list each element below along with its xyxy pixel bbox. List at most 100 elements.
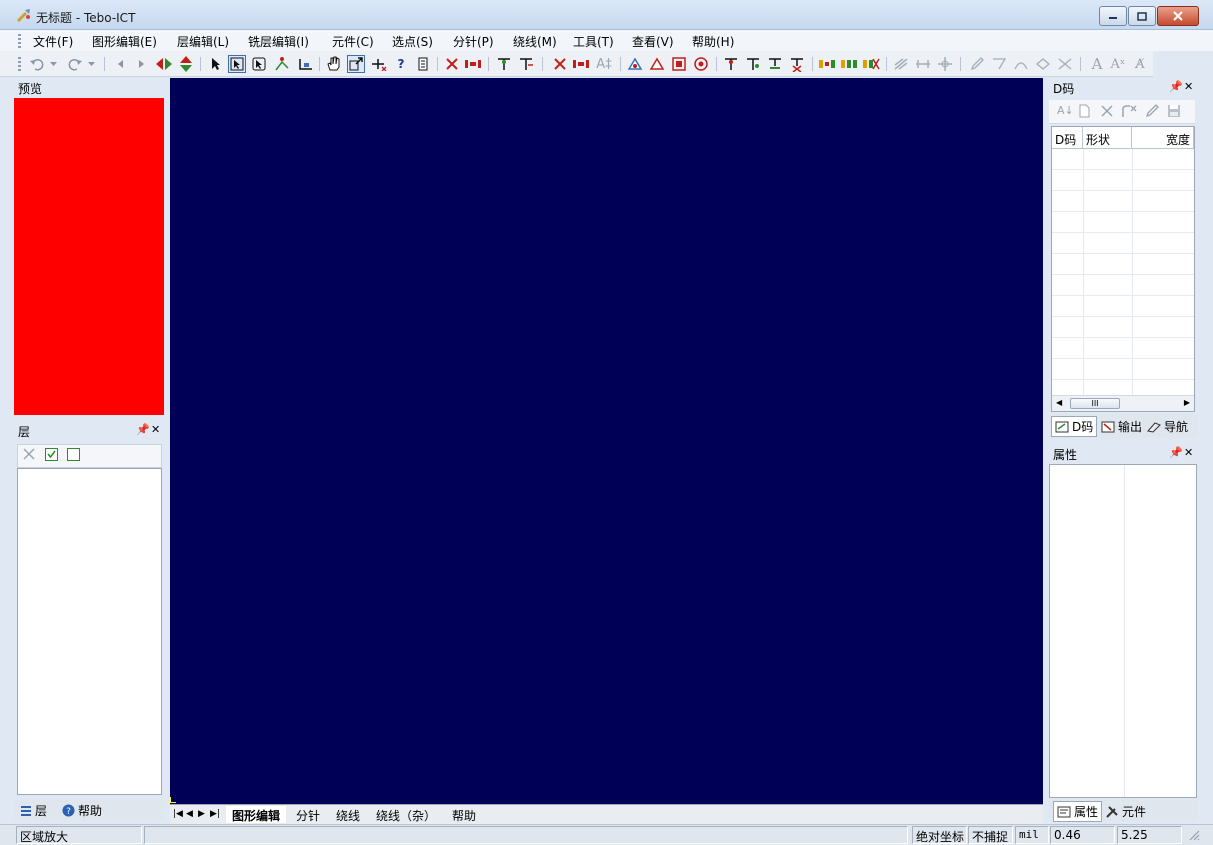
close-button[interactable]: [1157, 6, 1199, 26]
probe-move-icon[interactable]: [517, 55, 535, 73]
col-header-dcode[interactable]: D码: [1052, 127, 1083, 149]
layer-list[interactable]: [17, 468, 162, 795]
menu-component[interactable]: 元件(C): [332, 33, 374, 50]
delete-icon[interactable]: [1101, 105, 1113, 120]
square-pad-icon[interactable]: [670, 55, 688, 73]
measure-icon[interactable]: [296, 55, 314, 73]
edit-pencil-icon[interactable]: [1145, 104, 1159, 121]
font-size-icon[interactable]: Aˣ: [1109, 55, 1127, 73]
menu-view[interactable]: 查看(V): [632, 33, 674, 50]
panel-close-icon[interactable]: ✕: [1184, 80, 1193, 93]
panel-close-icon[interactable]: ✕: [1184, 446, 1193, 459]
pencil-icon[interactable]: [968, 55, 986, 73]
property-grid[interactable]: [1049, 464, 1197, 798]
menu-help[interactable]: 帮助(H): [692, 33, 734, 50]
tab-output[interactable]: 输出: [1101, 418, 1142, 435]
layer-check-all-icon[interactable]: [45, 448, 58, 464]
arrow-right-icon[interactable]: [132, 55, 150, 73]
undo-icon[interactable]: [28, 55, 46, 73]
scroll-thumb[interactable]: III: [1070, 398, 1120, 409]
maximize-button[interactable]: [1128, 6, 1156, 26]
sheet-tab-graphic-edit[interactable]: 图形编辑: [226, 806, 287, 823]
tab-help[interactable]: ? 帮助: [62, 802, 102, 819]
draw-arc-icon[interactable]: [1012, 55, 1030, 73]
select-box-icon[interactable]: [228, 55, 246, 73]
tab-property[interactable]: 属性: [1053, 801, 1103, 822]
tab-dcode[interactable]: D码: [1051, 416, 1098, 437]
prev-tab-icon[interactable]: ◀: [186, 809, 193, 819]
last-tab-icon[interactable]: ▶|: [210, 809, 220, 819]
sheet-tab-wiring[interactable]: 绕线: [330, 806, 366, 823]
hand-pan-icon[interactable]: [325, 55, 343, 73]
resize-grip-icon[interactable]: [1188, 829, 1200, 844]
probe-delete-icon[interactable]: [788, 55, 806, 73]
menu-split-pin[interactable]: 分针(P): [453, 33, 494, 50]
add-dimension-icon[interactable]: [370, 55, 388, 73]
status-snap[interactable]: 不捕捉: [968, 826, 1013, 844]
next-tab-icon[interactable]: ▶: [198, 809, 205, 819]
select-net-icon[interactable]: [273, 55, 291, 73]
probe-icon[interactable]: [495, 55, 513, 73]
sheet-tab-split-pin[interactable]: 分针: [290, 806, 326, 823]
menu-tools[interactable]: 工具(T): [573, 33, 614, 50]
polygon-icon[interactable]: [626, 55, 644, 73]
wire-connect-icon[interactable]: [818, 55, 836, 73]
menu-mill-layer-edit[interactable]: 铣层编辑(I): [248, 33, 309, 50]
arrow-left-icon[interactable]: [112, 55, 130, 73]
mirror-horizontal-icon[interactable]: [155, 55, 173, 73]
drawing-canvas[interactable]: [170, 78, 1043, 804]
layer-delete-icon[interactable]: [23, 448, 35, 463]
zoom-area-icon[interactable]: [347, 55, 365, 73]
text-tool-icon[interactable]: A‡: [595, 55, 613, 73]
wire-group-icon[interactable]: [840, 55, 858, 73]
col-header-shape[interactable]: 形状: [1083, 127, 1132, 149]
horizontal-scrollbar[interactable]: ◀ III ▶: [1052, 395, 1194, 411]
delete-x-icon[interactable]: [443, 55, 461, 73]
probe-add-icon[interactable]: [722, 55, 740, 73]
draw-line-icon[interactable]: [990, 55, 1008, 73]
draw-shape-icon[interactable]: [1034, 55, 1052, 73]
page-icon[interactable]: [414, 55, 432, 73]
move-cross-icon[interactable]: [936, 55, 954, 73]
probe-link-icon[interactable]: [766, 55, 784, 73]
mill-icon[interactable]: [892, 55, 910, 73]
pin-pair-icon[interactable]: [572, 55, 590, 73]
pin-icon[interactable]: 📌: [136, 423, 150, 436]
undo-delete-icon[interactable]: [1121, 104, 1137, 121]
status-unit[interactable]: mil: [1015, 826, 1049, 844]
delete-pin-icon[interactable]: [551, 55, 569, 73]
align-icon[interactable]: [914, 55, 932, 73]
tab-component[interactable]: 元件: [1105, 803, 1146, 820]
wire-delete-icon[interactable]: [862, 55, 880, 73]
pin-icon[interactable]: 📌: [1169, 446, 1183, 459]
layer-uncheck-all-icon[interactable]: [67, 448, 80, 464]
polygon-edit-icon[interactable]: [648, 55, 666, 73]
font-style-icon[interactable]: A̸: [1131, 55, 1149, 73]
tab-navigation[interactable]: 导航: [1147, 418, 1188, 435]
probe-swap-icon[interactable]: [744, 55, 762, 73]
new-page-icon[interactable]: [1079, 104, 1090, 121]
col-header-width[interactable]: 宽度: [1132, 127, 1194, 149]
menu-graphic-edit[interactable]: 图形编辑(E): [92, 33, 157, 50]
redo-icon[interactable]: [66, 55, 84, 73]
undo-dropdown-icon[interactable]: [48, 55, 58, 73]
font-icon[interactable]: A: [1088, 55, 1106, 73]
resistor-icon[interactable]: [464, 55, 482, 73]
sheet-tab-wiring-misc[interactable]: 绕线（杂）: [370, 806, 442, 823]
pin-icon[interactable]: 📌: [1169, 80, 1183, 93]
menu-layer-edit[interactable]: 层编辑(L): [177, 33, 229, 50]
sheet-tab-help[interactable]: 帮助: [446, 806, 482, 823]
mirror-vertical-icon[interactable]: [177, 55, 195, 73]
sort-icon[interactable]: A↓: [1057, 104, 1074, 117]
select-component-icon[interactable]: [250, 55, 268, 73]
minimize-button[interactable]: [1099, 6, 1127, 26]
pointer-icon[interactable]: [207, 55, 225, 73]
panel-close-icon[interactable]: ✕: [151, 423, 160, 436]
dcode-grid[interactable]: D码 形状 宽度 ◀ III ▶: [1051, 126, 1195, 412]
help-question-icon[interactable]: ?: [392, 55, 410, 73]
erase-line-icon[interactable]: [1056, 55, 1074, 73]
save-icon[interactable]: [1167, 104, 1181, 121]
redo-dropdown-icon[interactable]: [86, 55, 96, 73]
first-tab-icon[interactable]: |◀: [173, 809, 183, 819]
menu-file[interactable]: 文件(F): [33, 33, 73, 50]
